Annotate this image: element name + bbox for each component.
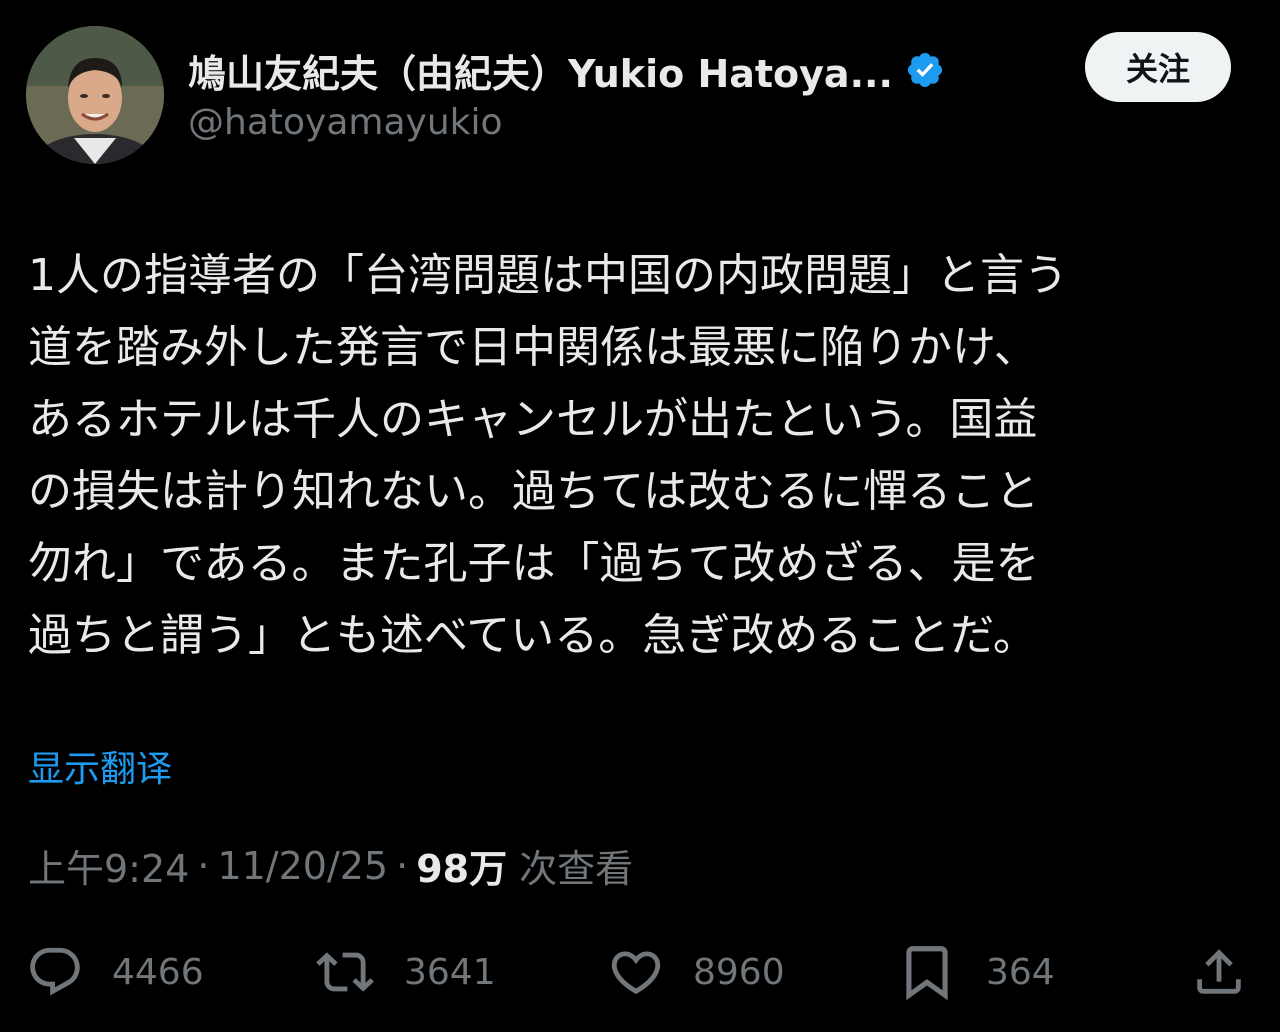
tweet-time[interactable]: 上午9:24 [28,838,189,893]
meta-separator: · [396,843,409,888]
author-name-row: 鳩山友紀夫（由紀夫）Yukio Hatoya... [188,40,945,100]
author-handle[interactable]: @hatoyamayukio [188,102,503,143]
like-icon [611,951,661,995]
views-count: 98万 [416,847,508,891]
retweet-icon [316,952,374,992]
tweet-meta: 上午9:24 · 11/20/25 · 98万 次查看 [28,838,633,893]
tweet-line: あるホテルは千人のキャンセルが出たという。国益 [28,394,1038,445]
bookmark-icon [906,946,948,1001]
views-label: 次查看 [519,847,634,891]
tweet-line: の損失は計り知れない。過ちては改むるに憚ること [28,466,1040,517]
author-display-name[interactable]: 鳩山友紀夫（由紀夫）Yukio Hatoya... [188,43,893,98]
tweet-text: 1人の指導者の「台湾問題は中国の内政問題」と言う 道を踏み外した発言で日中関係は… [28,240,1258,672]
tweet-line: 道を踏み外した発言で日中関係は最悪に陥りかけ、 [28,322,1038,373]
follow-button[interactable]: 关注 [1085,32,1231,102]
reply-icon [30,947,80,996]
tweet-line: 勿れ」である。また孔子は「過ちて改めざる、是を [28,538,1040,589]
tweet-line: 1人の指導者の「台湾問題は中国の内政問題」と言う [28,250,1068,301]
show-translation-link[interactable]: 显示翻译 [28,740,172,792]
tweet-line: 過ちと謂う」とも述べている。急ぎ改めることだ。 [28,610,1037,661]
like-count: 8960 [693,951,785,993]
share-button[interactable] [1190,940,1248,1004]
retweet-count: 3641 [404,951,496,993]
reply-count: 4466 [112,951,204,993]
bookmark-button[interactable]: 364 [896,940,1055,1004]
retweet-button[interactable]: 3641 [314,940,496,1004]
bookmark-count: 364 [986,951,1055,993]
like-button[interactable]: 8960 [607,940,785,1004]
meta-separator: · [197,843,210,888]
avatar-photo [26,26,164,164]
reply-button[interactable]: 4466 [26,940,204,1004]
avatar[interactable] [26,26,164,164]
share-icon [1197,949,1241,994]
tweet-date[interactable]: 11/20/25 [217,844,388,888]
verified-badge-icon [905,50,945,90]
